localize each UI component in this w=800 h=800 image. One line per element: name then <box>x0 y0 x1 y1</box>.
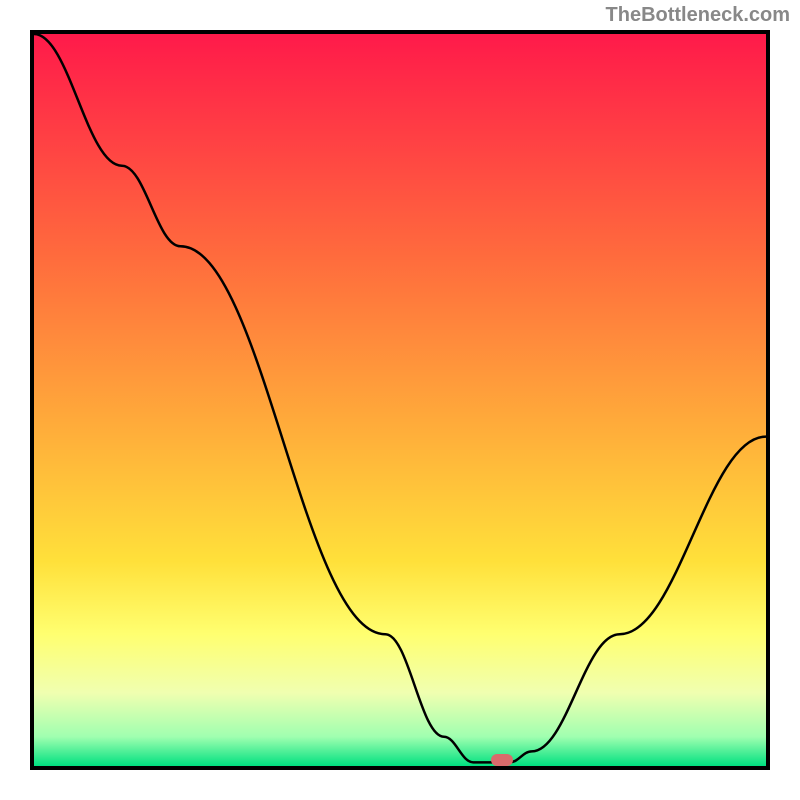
bottleneck-curve <box>34 34 766 766</box>
watermark-text: TheBottleneck.com <box>606 4 790 27</box>
chart-container: TheBottleneck.com <box>0 0 800 800</box>
plot-area <box>30 30 770 770</box>
optimal-marker <box>491 754 513 766</box>
